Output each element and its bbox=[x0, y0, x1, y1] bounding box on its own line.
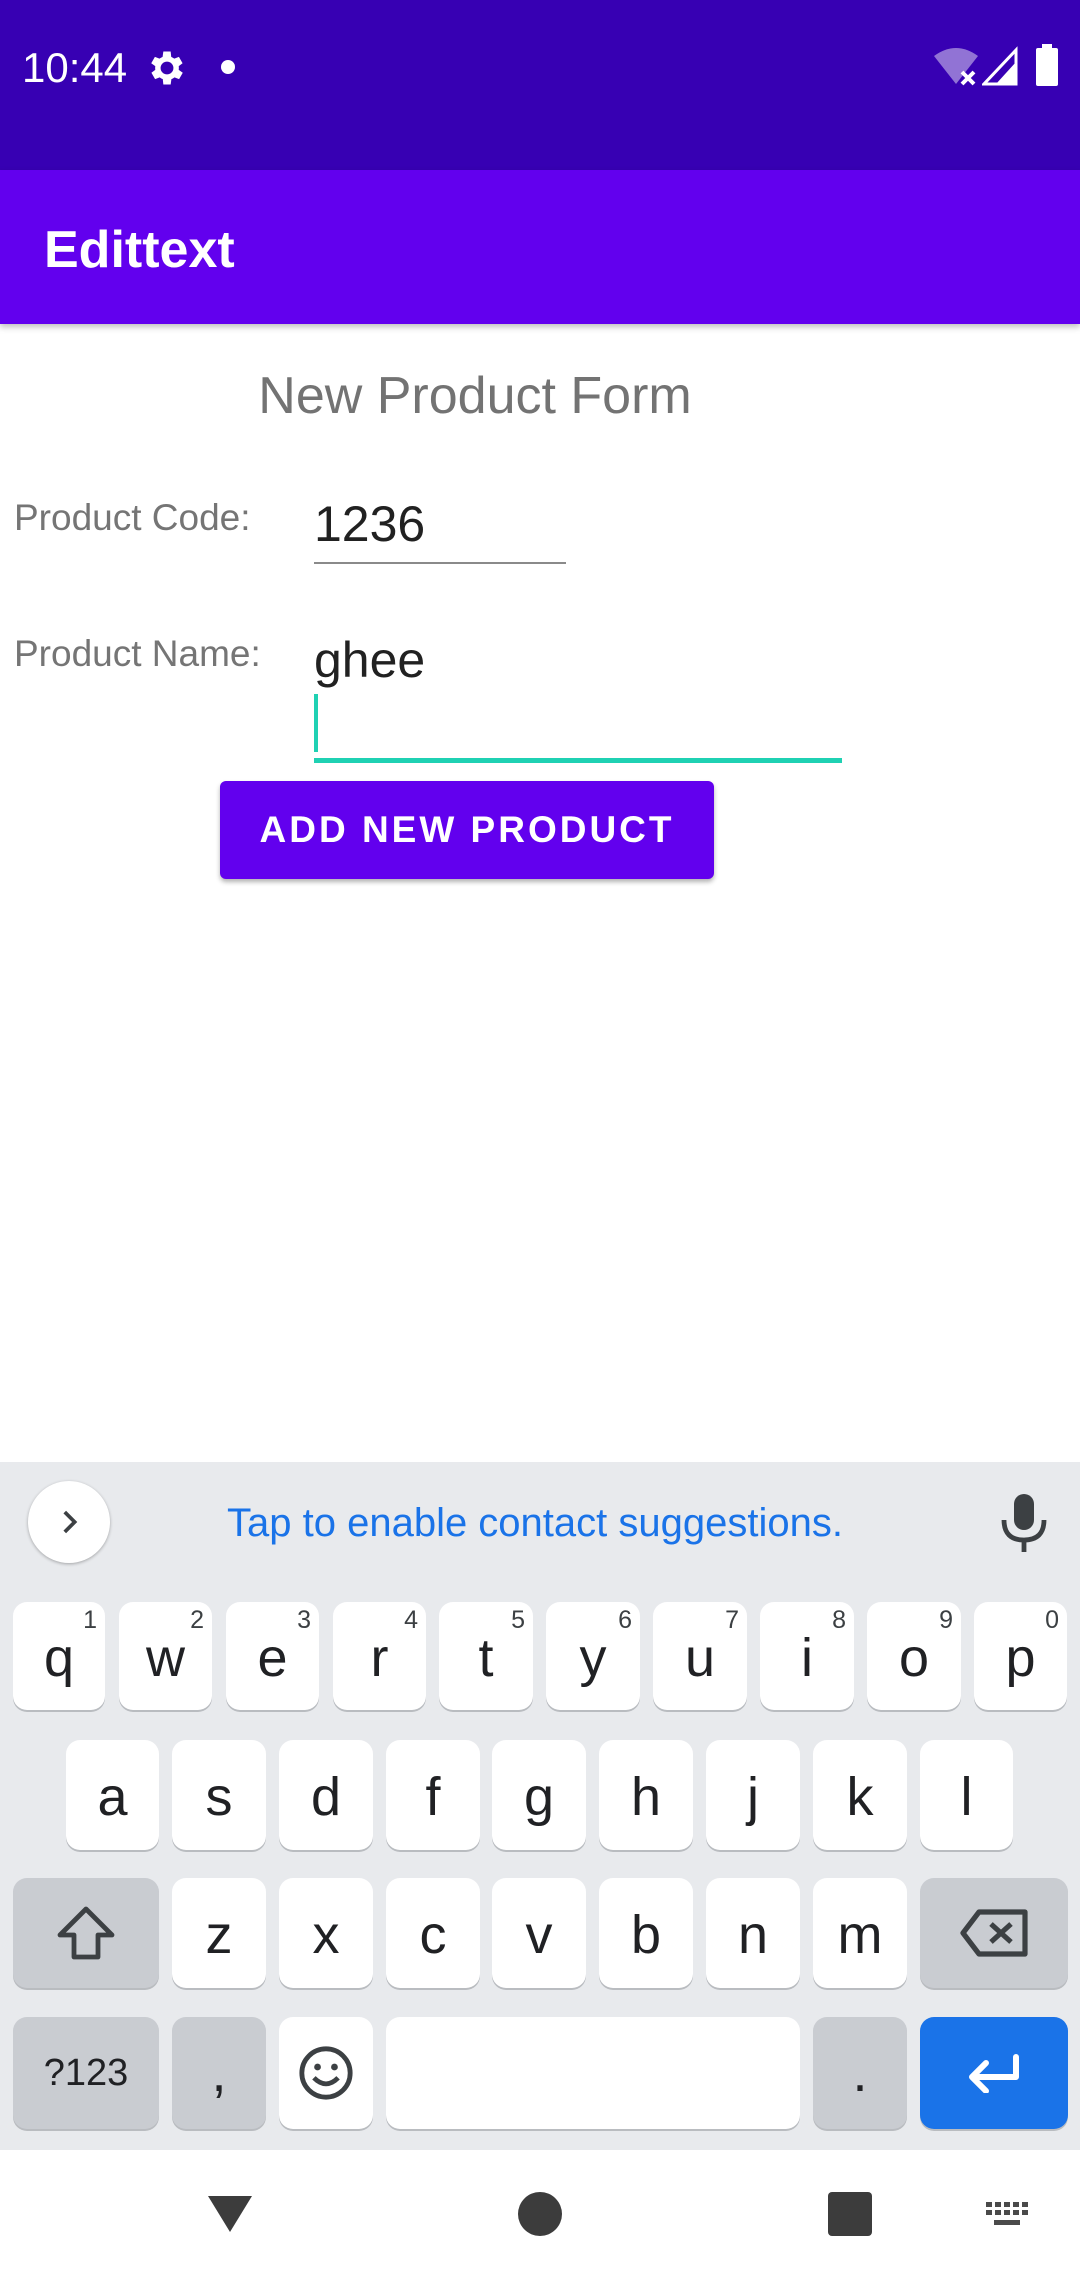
cell-signal-icon bbox=[980, 46, 1018, 86]
key-t[interactable]: t5 bbox=[439, 1602, 533, 1710]
key-h[interactable]: h bbox=[599, 1740, 693, 1850]
expand-toolbar-button[interactable] bbox=[28, 1481, 110, 1563]
back-icon[interactable] bbox=[206, 2192, 254, 2236]
key-m[interactable]: m bbox=[813, 1878, 907, 1988]
period-key[interactable]: . bbox=[813, 2017, 907, 2129]
app-title: Edittext bbox=[44, 221, 235, 279]
shift-key[interactable] bbox=[13, 1878, 159, 1988]
key-g[interactable]: g bbox=[492, 1740, 586, 1850]
add-new-product-button[interactable]: ADD NEW PRODUCT bbox=[220, 781, 714, 879]
product-name-value: ghee bbox=[314, 632, 426, 688]
key-f[interactable]: f bbox=[386, 1740, 480, 1850]
notification-dot-icon bbox=[221, 60, 235, 74]
key-e[interactable]: e3 bbox=[226, 1602, 319, 1710]
key-p[interactable]: p0 bbox=[974, 1602, 1067, 1710]
key-s[interactable]: s bbox=[172, 1740, 266, 1850]
text-cursor bbox=[314, 694, 318, 752]
space-key[interactable] bbox=[386, 2017, 800, 2129]
enter-arrow-icon bbox=[969, 2054, 1019, 2093]
backspace-icon bbox=[960, 1909, 1028, 1957]
key-n[interactable]: n bbox=[706, 1878, 800, 1988]
key-u[interactable]: u7 bbox=[653, 1602, 747, 1710]
wifi-icon bbox=[932, 46, 980, 86]
key-o[interactable]: o9 bbox=[867, 1602, 961, 1710]
key-v[interactable]: v bbox=[492, 1878, 586, 1988]
comma-key[interactable]: , bbox=[172, 2017, 266, 2129]
form-heading: New Product Form bbox=[258, 367, 692, 425]
product-code-label: Product Code: bbox=[14, 497, 251, 538]
home-icon[interactable] bbox=[518, 2192, 562, 2236]
battery-icon bbox=[1036, 44, 1058, 86]
key-x[interactable]: x bbox=[279, 1878, 373, 1988]
product-code-value: 1236 bbox=[314, 496, 426, 552]
settings-gear-icon bbox=[145, 46, 189, 90]
key-c[interactable]: c bbox=[386, 1878, 480, 1988]
key-d[interactable]: d bbox=[279, 1740, 373, 1850]
key-k[interactable]: k bbox=[813, 1740, 907, 1850]
key-l[interactable]: l bbox=[920, 1740, 1013, 1850]
backspace-key[interactable] bbox=[920, 1878, 1068, 1988]
microphone-icon[interactable] bbox=[996, 1492, 1052, 1554]
status-time: 10:44 bbox=[22, 44, 128, 91]
product-name-input[interactable]: ghee bbox=[314, 626, 842, 763]
key-a[interactable]: a bbox=[66, 1740, 159, 1850]
product-code-input[interactable]: 1236 bbox=[314, 490, 566, 564]
emoji-key[interactable] bbox=[279, 2017, 373, 2129]
key-i[interactable]: i8 bbox=[760, 1602, 854, 1710]
recents-icon[interactable] bbox=[828, 2192, 872, 2236]
key-z[interactable]: z bbox=[172, 1878, 266, 1988]
key-w[interactable]: w2 bbox=[119, 1602, 212, 1710]
symbols-key[interactable]: ?123 bbox=[13, 2017, 159, 2129]
chevron-right-icon bbox=[63, 1510, 78, 1534]
emoji-smiley-icon bbox=[299, 2046, 353, 2100]
key-b[interactable]: b bbox=[599, 1878, 693, 1988]
key-q[interactable]: q1 bbox=[13, 1602, 105, 1710]
contact-suggestions-prompt[interactable]: Tap to enable contact suggestions. bbox=[130, 1495, 940, 1551]
shift-arrow-icon bbox=[57, 1906, 115, 1960]
key-y[interactable]: y6 bbox=[546, 1602, 640, 1710]
key-j[interactable]: j bbox=[706, 1740, 800, 1850]
key-r[interactable]: r4 bbox=[333, 1602, 426, 1710]
product-name-label: Product Name: bbox=[14, 633, 261, 674]
keyboard-switch-icon[interactable] bbox=[984, 2200, 1030, 2230]
enter-key[interactable] bbox=[920, 2017, 1068, 2129]
